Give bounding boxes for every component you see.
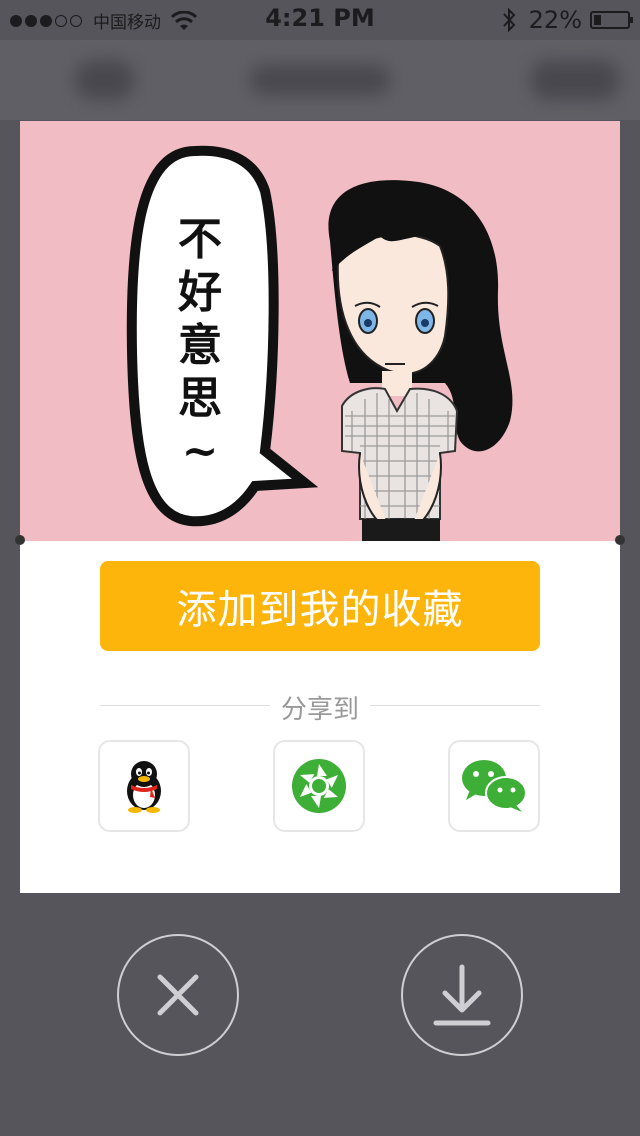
share-qq-button[interactable] [98, 740, 190, 832]
speech-char: 不 [178, 214, 222, 265]
speech-char: 思 [178, 373, 222, 424]
battery-icon [590, 11, 633, 29]
status-right: 22% [501, 6, 633, 34]
qq-penguin-icon [127, 761, 161, 813]
sticker-detail-card: 不 好 意 思 ~ 添加到我的收藏 分享到 [20, 121, 620, 893]
speech-char: ~ [181, 426, 219, 477]
speech-char: 好 [178, 267, 222, 318]
divider-line [370, 705, 540, 706]
card-pin [15, 535, 25, 545]
speech-char: 意 [178, 320, 222, 371]
share-wechat-button[interactable] [448, 740, 540, 832]
sticker-image: 不 好 意 思 ~ [20, 121, 620, 541]
battery-percent: 22% [528, 6, 582, 34]
speech-bubble-text: 不 好 意 思 ~ [175, 213, 225, 478]
share-moments-button[interactable] [273, 740, 365, 832]
status-bar: 中国移动 4:21 PM 22% [0, 0, 640, 40]
background-nav-bar [0, 40, 640, 120]
close-button[interactable] [117, 934, 239, 1056]
download-icon [433, 964, 491, 1026]
share-label: 分享到 [280, 695, 359, 725]
wechat-icon [462, 760, 527, 812]
bluetooth-icon [502, 7, 516, 33]
add-to-favorites-button[interactable]: 添加到我的收藏 [100, 561, 540, 651]
close-icon [157, 974, 199, 1016]
download-button[interactable] [401, 934, 523, 1056]
share-divider: 分享到 [100, 691, 540, 725]
wechat-moments-icon [292, 759, 346, 813]
sticker-illustration [126, 145, 513, 541]
card-pin [615, 535, 625, 545]
